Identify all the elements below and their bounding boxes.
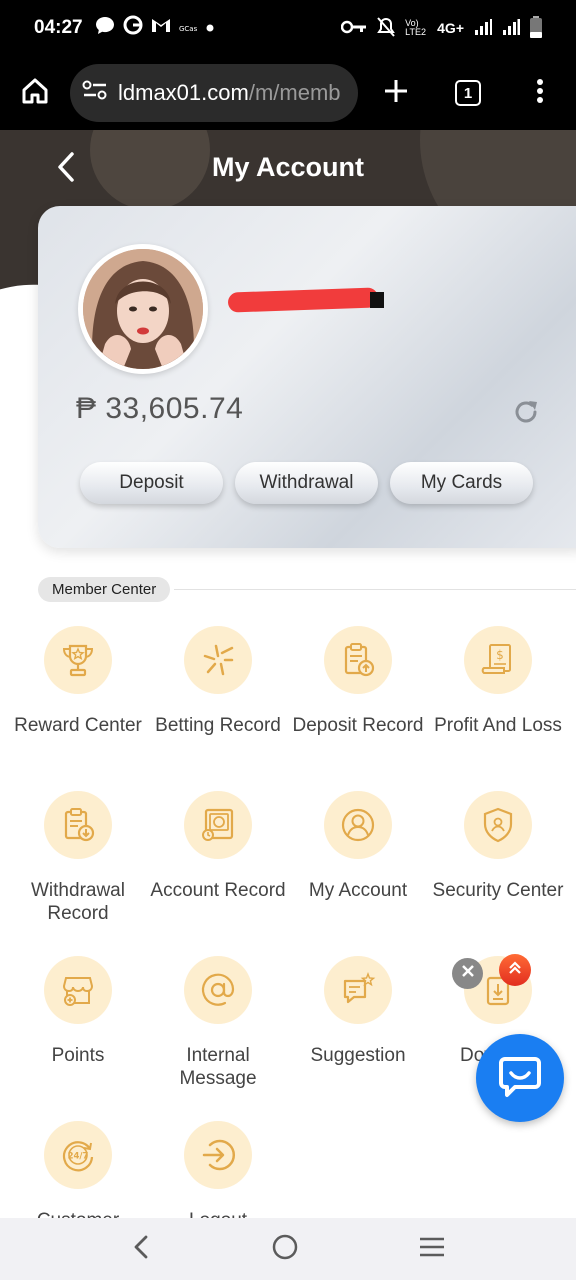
more-vert-icon	[536, 78, 544, 109]
internal-message-item[interactable]: Internal Message	[148, 952, 288, 1117]
tab-count: 1	[455, 80, 481, 106]
points-label: Points	[51, 1045, 105, 1066]
close-icon	[461, 964, 475, 983]
deposit-button[interactable]: Deposit	[80, 462, 223, 504]
internal-message-label: Internal Message	[179, 1045, 257, 1089]
account-record-item[interactable]: Account Record	[148, 787, 288, 952]
home-button[interactable]	[0, 76, 70, 111]
member-center-grid: Reward Center Betting Record Deposit Rec…	[8, 622, 568, 1280]
betting-record-label: Betting Record	[155, 715, 281, 736]
new-tab-button[interactable]	[360, 77, 432, 110]
double-chevron-up-icon	[507, 960, 523, 981]
redacted-username	[227, 287, 379, 313]
chat-bubble-icon	[95, 15, 115, 41]
my-account-label: My Account	[308, 880, 408, 901]
browser-toolbar: ldmax01.com/m/memb 1	[0, 56, 576, 130]
shield-icon	[464, 791, 532, 859]
site-settings-icon[interactable]	[82, 79, 108, 107]
security-center-label: Security Center	[432, 880, 564, 901]
status-bar: 04:27 GCash Vo) LTE2 4G+	[0, 0, 576, 56]
deposit-record-label: Deposit Record	[292, 715, 424, 736]
points-item[interactable]: Points	[8, 952, 148, 1117]
nav-home-button[interactable]	[271, 1233, 299, 1266]
member-center-header: Member Center	[38, 576, 576, 602]
member-center-tag: Member Center	[38, 576, 171, 602]
mute-bell-icon	[377, 16, 396, 40]
suggestion-icon	[324, 956, 392, 1024]
home-icon	[20, 76, 50, 111]
balance-amount: ₱ 33,605.74	[76, 392, 244, 425]
betting-record-item[interactable]: Betting Record	[148, 622, 288, 787]
chat-icon	[497, 1053, 543, 1104]
suggestion-item[interactable]: Suggestion	[288, 952, 428, 1117]
menu-button[interactable]	[504, 78, 576, 109]
deposit-record-item[interactable]: Deposit Record	[288, 622, 428, 787]
profit-and-loss-item[interactable]: $ Profit And Loss	[428, 622, 568, 787]
signal-icon	[474, 18, 492, 39]
scroll-top-button[interactable]	[499, 954, 531, 986]
reward-center-label: Reward Center	[14, 715, 142, 736]
tab-switcher-button[interactable]: 1	[432, 80, 504, 106]
withdrawal-button[interactable]: Withdrawal	[235, 462, 378, 504]
profit-and-loss-label: Profit And Loss	[434, 715, 562, 736]
svg-text:$: $	[496, 648, 504, 662]
withdrawal-record-icon	[44, 791, 112, 859]
volte-label: Vo) LTE2	[405, 18, 426, 37]
plus-icon	[382, 77, 410, 110]
user-icon	[324, 791, 392, 859]
account-record-label: Account Record	[150, 880, 286, 901]
support-24-7-icon: 24/7	[44, 1121, 112, 1189]
close-float-button[interactable]	[452, 958, 483, 989]
at-icon	[184, 956, 252, 1024]
refresh-icon[interactable]	[512, 398, 540, 426]
divider	[174, 588, 576, 590]
security-center-item[interactable]: Security Center	[428, 787, 568, 952]
page-header: My Account	[0, 130, 576, 204]
system-nav-bar	[0, 1218, 576, 1280]
nav-recents-button[interactable]	[418, 1236, 446, 1263]
url-host: ldmax01.com	[118, 80, 249, 105]
reward-center-item[interactable]: Reward Center	[8, 622, 148, 787]
my-account-item[interactable]: My Account	[288, 787, 428, 952]
store-icon	[44, 956, 112, 1024]
account-record-icon	[184, 791, 252, 859]
battery-icon	[530, 15, 542, 41]
chevron-left-icon	[50, 152, 84, 188]
back-button[interactable]	[50, 150, 84, 184]
withdrawal-record-item[interactable]: Withdrawal Record	[8, 787, 148, 952]
network-label: 4G+	[437, 20, 464, 36]
key-icon	[340, 20, 367, 37]
nav-back-button[interactable]	[130, 1234, 152, 1265]
my-cards-button[interactable]: My Cards	[390, 462, 533, 504]
avatar[interactable]	[78, 244, 208, 374]
g-icon	[123, 15, 143, 41]
svg-text:GCash: GCash	[179, 25, 197, 33]
signal-2-icon	[502, 18, 520, 39]
dot-icon	[205, 17, 215, 39]
suggestion-label: Suggestion	[310, 1045, 406, 1066]
svg-text:24/7: 24/7	[68, 1152, 89, 1162]
live-chat-button[interactable]	[476, 1034, 564, 1122]
logout-icon	[184, 1121, 252, 1189]
url-path: /m/memb	[248, 80, 341, 105]
status-time: 04:27	[34, 17, 83, 38]
account-card: ₱ 33,605.74 Deposit Withdrawal My Cards	[38, 206, 576, 548]
withdrawal-record-label: Withdrawal Record	[31, 880, 125, 924]
deposit-record-icon	[324, 626, 392, 694]
gmail-icon	[151, 17, 171, 39]
url-bar[interactable]: ldmax01.com/m/memb	[70, 64, 358, 122]
redacted-mark	[370, 292, 384, 308]
profit-loss-icon: $	[464, 626, 532, 694]
trophy-icon	[44, 626, 112, 694]
betting-icon	[184, 626, 252, 694]
page-title: My Account	[211, 151, 364, 182]
gcash-icon: GCash	[179, 17, 202, 39]
